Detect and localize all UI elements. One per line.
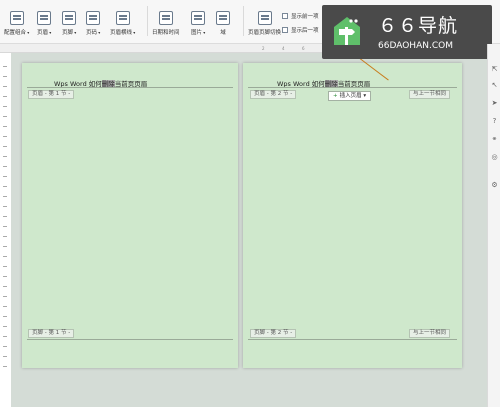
expand-icon[interactable]: ⇱ xyxy=(491,66,498,73)
footer-button[interactable]: 页脚 xyxy=(62,3,77,41)
page-number-button[interactable]: 页码 xyxy=(86,3,101,41)
header-divider xyxy=(248,87,457,88)
footer-icon xyxy=(62,11,77,25)
date-time-button[interactable]: 日期和时间 xyxy=(152,3,180,41)
settings-icon[interactable]: ⚙ xyxy=(491,182,498,189)
config-combine-button[interactable]: 配置组合 xyxy=(4,3,29,41)
header-section-tag: 页眉 - 第 1 节 - xyxy=(28,90,75,99)
config-icon xyxy=(9,11,24,25)
header-divider xyxy=(27,87,233,88)
page-number-icon xyxy=(86,11,101,25)
plus-icon: + xyxy=(333,93,338,99)
right-sidebar: ⇱ ↖ ➤ ? ⚭ ◎ ⚙ xyxy=(487,44,500,407)
site-logo: ６６导航 66DAOHAN.COM xyxy=(322,5,492,59)
header-icon xyxy=(37,11,52,25)
logo-url: 66DAOHAN.COM xyxy=(378,41,453,51)
header-footer-switch-button[interactable]: 页眉页脚切换 xyxy=(248,3,281,41)
same-as-previous-tag: 与上一节相同 xyxy=(409,329,451,338)
header-line-button[interactable]: 页眉横线 xyxy=(110,3,135,41)
field-button[interactable]: 域 xyxy=(216,3,230,41)
calendar-icon xyxy=(158,11,173,25)
arrow-icon[interactable]: ➤ xyxy=(491,100,498,107)
location-icon[interactable]: ◎ xyxy=(491,154,498,161)
same-as-previous-tag: 与上一节相同 xyxy=(409,90,451,99)
picture-button[interactable]: 图片 xyxy=(191,3,206,41)
show-previous-icon xyxy=(282,13,288,19)
header-section-tag: 页眉 - 第 2 节 - xyxy=(250,90,297,99)
footer-section-tag: 页脚 - 第 1 节 - xyxy=(28,329,75,338)
document-page-1[interactable]: Wps Word 如何删除当前页页眉 页眉 - 第 1 节 - 页脚 - 第 1… xyxy=(22,63,238,368)
logo-name: ６６导航 xyxy=(378,15,459,37)
link-icon[interactable]: ⚭ xyxy=(491,136,498,143)
header-button[interactable]: 页眉 xyxy=(37,3,52,41)
insert-header-button[interactable]: + 插入页眉 ▾ xyxy=(328,91,372,101)
show-previous-option[interactable]: 显示前一项 xyxy=(282,12,319,20)
ribbon-separator xyxy=(243,6,244,36)
header-line-icon xyxy=(115,11,130,25)
field-icon xyxy=(216,11,230,25)
show-next-option[interactable]: 显示后一项 xyxy=(282,26,319,34)
switch-icon xyxy=(257,11,272,25)
footer-divider xyxy=(248,339,457,340)
cursor-icon[interactable]: ↖ xyxy=(491,82,498,89)
house-signpost-icon xyxy=(334,17,360,45)
footer-divider xyxy=(27,339,233,340)
help-icon[interactable]: ? xyxy=(491,118,498,125)
picture-icon xyxy=(191,11,206,25)
show-next-icon xyxy=(282,27,288,33)
document-page-2[interactable]: Wps Word 如何删除当前页页眉 页眉 - 第 2 节 - 与上一节相同 +… xyxy=(243,63,462,368)
vertical-ruler xyxy=(2,66,10,376)
ribbon-separator xyxy=(147,6,148,36)
footer-section-tag: 页脚 - 第 2 节 - xyxy=(250,329,297,338)
